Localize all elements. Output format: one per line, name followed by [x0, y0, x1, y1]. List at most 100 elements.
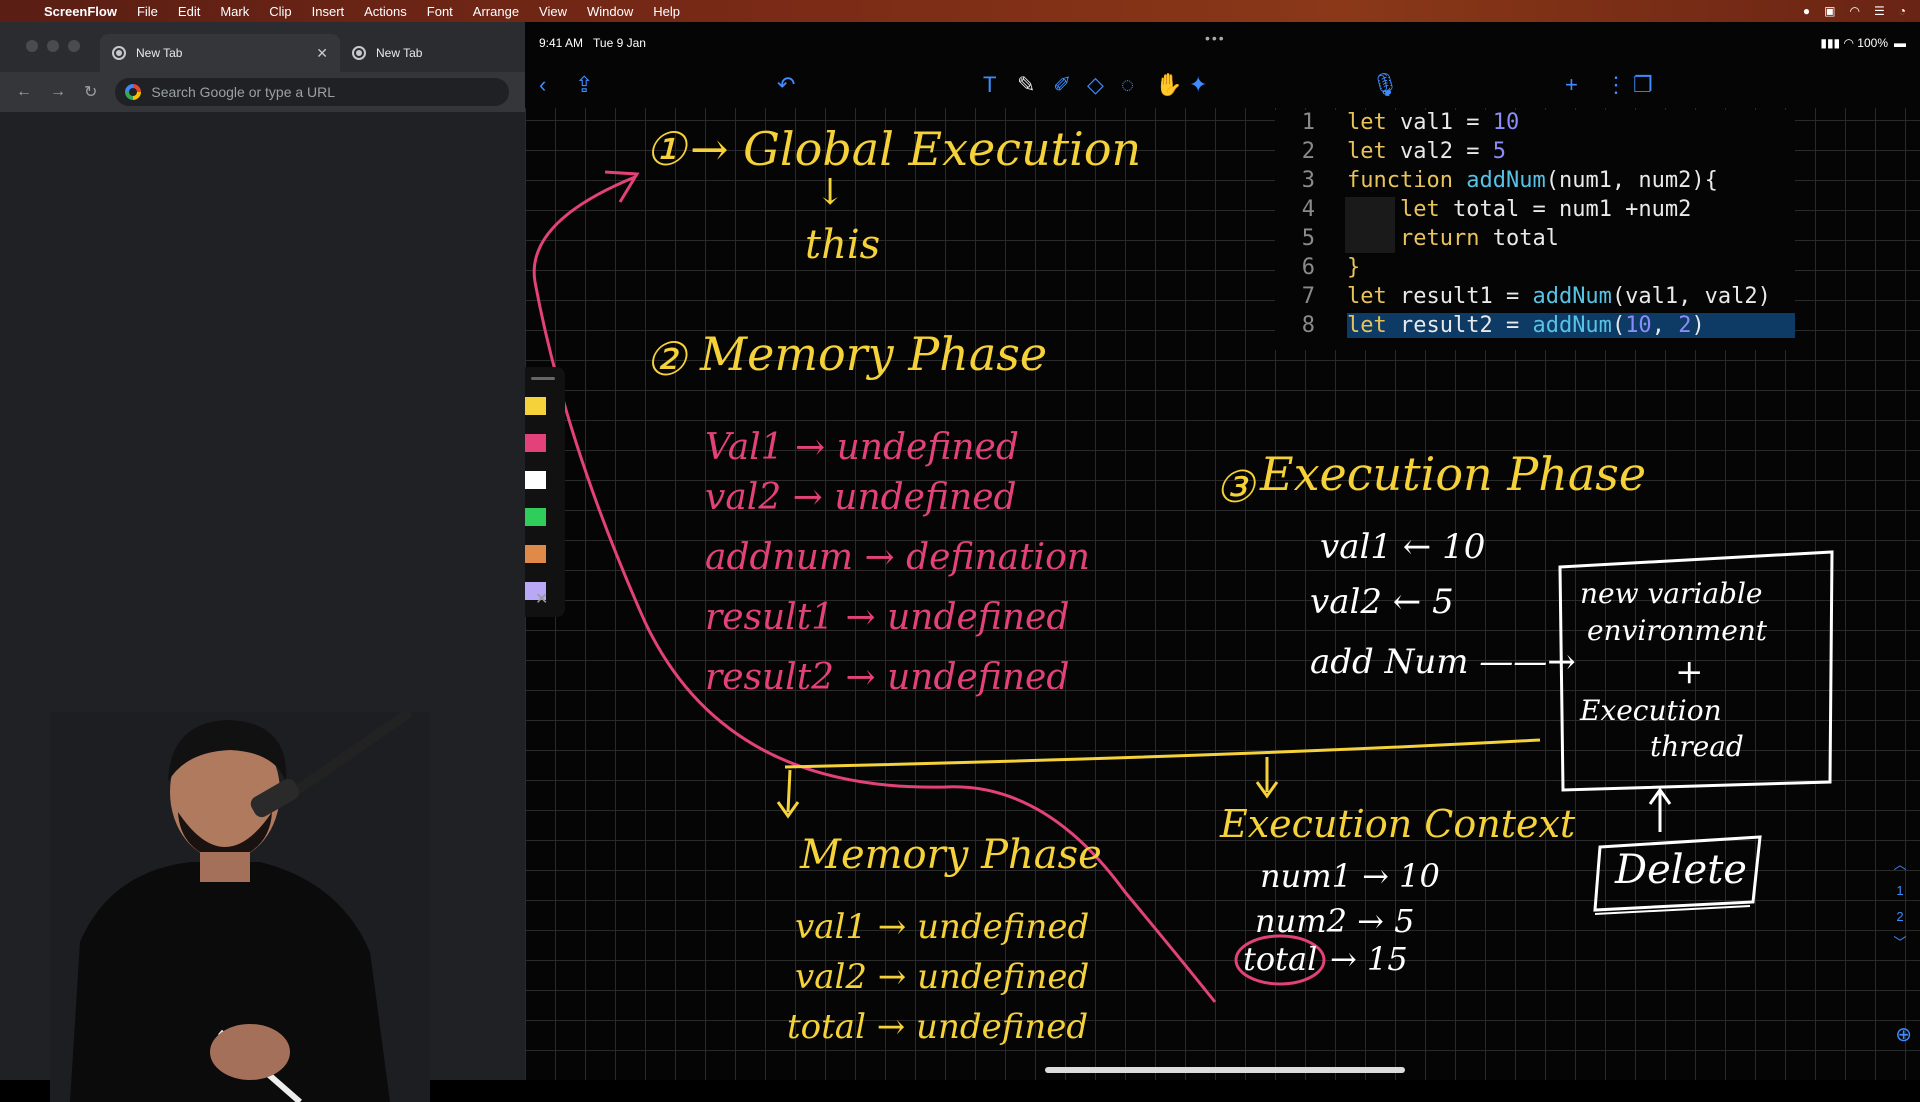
code-token: ,	[1651, 313, 1679, 338]
box-line: environment	[1587, 614, 1768, 647]
palette-grabber[interactable]	[531, 377, 555, 380]
multitask-dots-icon[interactable]: •••	[1205, 30, 1226, 46]
menu-help[interactable]: Help	[643, 4, 690, 19]
menu-mark[interactable]: Mark	[210, 4, 259, 19]
hand-tool-icon[interactable]: ✋	[1155, 72, 1182, 98]
code-token: }	[1347, 255, 1361, 280]
code-token: 5	[1492, 139, 1506, 164]
menu-bar: ScreenFlow File Edit Mark Clip Insert Ac…	[0, 0, 1920, 22]
code-token: addNum	[1532, 313, 1612, 338]
microphone-icon[interactable]: 🎙	[1371, 72, 1399, 98]
minimize-window-button[interactable]	[47, 40, 59, 52]
lasso-tool-icon[interactable]: ◌	[1121, 72, 1134, 98]
box-line: new variable	[1580, 577, 1763, 610]
page-number[interactable]: 1	[1890, 878, 1910, 904]
screenflow-icon[interactable]: ●	[1803, 4, 1810, 18]
pen-white[interactable]	[525, 471, 561, 489]
close-palette-icon[interactable]: ✕	[535, 589, 548, 609]
execution-row: val2 ← 5	[1310, 582, 1454, 622]
battery-percent: 100%	[1857, 36, 1888, 50]
memory-row: val2 → undefined	[705, 477, 1017, 518]
menu-font[interactable]: Font	[417, 4, 463, 19]
text-tool-icon[interactable]: T	[983, 72, 996, 98]
menu-clip[interactable]: Clip	[259, 4, 301, 19]
share-icon[interactable]: ⇪	[575, 72, 593, 98]
menu-actions[interactable]: Actions	[354, 4, 417, 19]
code-line: 6}	[1275, 255, 1795, 284]
close-tab-icon[interactable]: ✕	[316, 45, 328, 62]
zoom-icon[interactable]: ⊕	[1895, 1022, 1912, 1047]
function-memory-row: val1 → undefined	[795, 907, 1090, 947]
highlighter-tool-icon[interactable]: ✐	[1053, 72, 1071, 98]
code-token: (val1, val2)	[1611, 284, 1771, 309]
context-total-value: → 15	[1330, 940, 1408, 978]
pen-tool-icon[interactable]: ✎	[1017, 72, 1035, 98]
add-page-icon[interactable]: +	[1565, 72, 1578, 98]
line-number: 2	[1301, 139, 1315, 164]
browser-tab-1[interactable]: New Tab ✕	[100, 34, 340, 72]
wifi-icon[interactable]: ◠	[1850, 4, 1860, 18]
menu-arrange[interactable]: Arrange	[463, 4, 529, 19]
tab-strip: New Tab ✕ New Tab	[0, 22, 525, 72]
pen-green[interactable]	[525, 508, 561, 526]
delete-label: Delete	[1615, 847, 1747, 893]
execution-row: val1 ← 10	[1320, 527, 1486, 567]
signal-wifi-icon: ▮▮▮ ◠	[1820, 36, 1858, 50]
code-token: let	[1399, 197, 1453, 222]
code-token: =	[1466, 110, 1493, 135]
camera-icon[interactable]: ▣	[1824, 4, 1835, 18]
home-indicator[interactable]	[1045, 1067, 1405, 1073]
page-down-icon[interactable]: ﹀	[1890, 930, 1910, 956]
memory-row: result1 → undefined	[705, 597, 1070, 638]
code-token: =	[1505, 284, 1533, 309]
code-token: 2	[1678, 313, 1692, 338]
pages-icon[interactable]: ❐	[1633, 72, 1653, 98]
menu-window[interactable]: Window	[577, 4, 643, 19]
code-token: =	[1505, 313, 1533, 338]
reload-icon[interactable]: ↻	[84, 82, 97, 102]
undo-icon[interactable]: ↶	[777, 72, 795, 98]
code-token: let	[1347, 110, 1400, 135]
page-navigator: ︿ 1 2 ﹀	[1890, 852, 1910, 956]
code-token: num1 +num2	[1558, 197, 1692, 222]
forward-icon[interactable]: →	[50, 83, 66, 101]
menu-edit[interactable]: Edit	[168, 4, 210, 19]
address-bar[interactable]: Search Google or type a URL	[115, 78, 509, 106]
back-icon[interactable]: ←	[16, 83, 32, 101]
memory-step-number: ②	[645, 332, 687, 386]
down-arrow: ↓	[815, 172, 846, 213]
close-window-button[interactable]	[26, 40, 38, 52]
window-controls	[26, 40, 80, 52]
status-date: Tue 9 Jan	[593, 36, 646, 50]
code-token: total	[1452, 197, 1533, 222]
clock-icon[interactable]: ◔	[1899, 4, 1906, 18]
ipad-notes-canvas[interactable]: 9:41 AM Tue 9 Jan ••• ▮▮▮ ◠ 100% ▬ ‹ ⇪ ↶…	[525, 22, 1920, 1080]
back-chevron-icon[interactable]: ‹	[539, 72, 546, 98]
pen-orange[interactable]	[525, 545, 561, 563]
eraser-tool-icon[interactable]: ◇	[1087, 72, 1104, 98]
context-row: num2 → 5	[1255, 902, 1415, 940]
maximize-window-button[interactable]	[68, 40, 80, 52]
line-source: let val2 = 5	[1347, 139, 1506, 164]
menu-file[interactable]: File	[127, 4, 168, 19]
menu-app-name[interactable]: ScreenFlow	[40, 4, 127, 19]
pen-pink[interactable]	[525, 434, 561, 452]
code-token: total	[1492, 226, 1559, 251]
context-total-label: total	[1243, 940, 1318, 978]
browser-toolbar: ← → ↻ Search Google or type a URL	[0, 72, 525, 112]
more-options-icon[interactable]: ⋮	[1605, 72, 1627, 98]
page-up-icon[interactable]: ︿	[1890, 852, 1910, 878]
browser-tab-2[interactable]: New Tab	[340, 34, 525, 72]
menu-view[interactable]: View	[529, 4, 577, 19]
control-center-icon[interactable]: ☰	[1874, 4, 1885, 18]
page-number[interactable]: 2	[1890, 904, 1910, 930]
global-execution-title: → Global Execution	[690, 122, 1142, 176]
ipad-status-bar: 9:41 AM Tue 9 Jan ••• ▮▮▮ ◠ 100% ▬	[525, 22, 1920, 64]
pen-yellow[interactable]	[525, 397, 561, 415]
code-token: )	[1691, 313, 1705, 338]
menu-insert[interactable]: Insert	[302, 4, 355, 19]
code-line: 4 let total = num1 +num2	[1275, 197, 1795, 226]
line-number: 4	[1301, 197, 1315, 222]
memory-row: result2 → undefined	[705, 657, 1070, 698]
laser-tool-icon[interactable]: ✦	[1189, 72, 1207, 98]
